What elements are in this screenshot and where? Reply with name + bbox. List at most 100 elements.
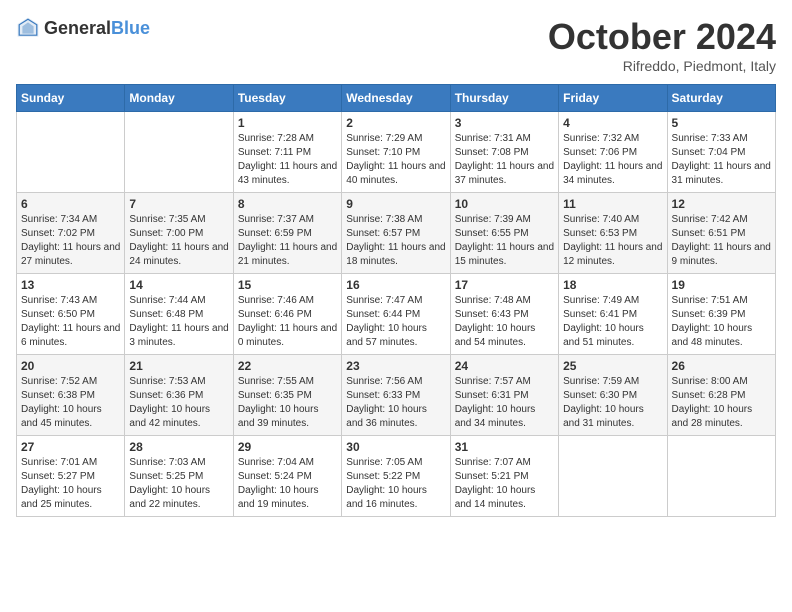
calendar-cell: 18 Sunrise: 7:49 AM Sunset: 6:41 PM Dayli… — [559, 274, 667, 355]
calendar-cell: 10 Sunrise: 7:39 AM Sunset: 6:55 PM Dayli… — [450, 193, 558, 274]
day-info: Sunrise: 7:39 AM Sunset: 6:55 PM Dayligh… — [455, 213, 554, 269]
calendar-cell: 22 Sunrise: 7:55 AM Sunset: 6:35 PM Dayli… — [233, 355, 341, 436]
day-info: Sunrise: 7:53 AM Sunset: 6:36 PM Dayligh… — [129, 375, 228, 431]
day-info: Sunrise: 7:48 AM Sunset: 6:43 PM Dayligh… — [455, 294, 554, 350]
day-info: Sunrise: 7:34 AM Sunset: 7:02 PM Dayligh… — [21, 213, 120, 269]
calendar-cell: 7 Sunrise: 7:35 AM Sunset: 7:00 PM Daylig… — [125, 193, 233, 274]
logo-blue: Blue — [111, 18, 150, 38]
day-number: 27 — [21, 440, 120, 454]
day-number: 26 — [672, 359, 771, 373]
calendar-cell: 23 Sunrise: 7:56 AM Sunset: 6:33 PM Dayli… — [342, 355, 450, 436]
calendar-cell: 20 Sunrise: 7:52 AM Sunset: 6:38 PM Dayli… — [17, 355, 125, 436]
calendar-cell: 6Sunrise: 7:34 AM Sunset: 7:02 PM Daylig… — [17, 193, 125, 274]
calendar-cell: 29Sunrise: 7:04 AM Sunset: 5:24 PM Dayli… — [233, 436, 341, 517]
calendar-cell: 27 Sunrise: 7:01 AM Sunset: 5:27 PM Dayli… — [17, 436, 125, 517]
calendar-cell: 3 Sunrise: 7:31 AM Sunset: 7:08 PM Daylig… — [450, 112, 558, 193]
calendar-table: SundayMondayTuesdayWednesdayThursdayFrid… — [16, 84, 776, 517]
day-number: 28 — [129, 440, 228, 454]
calendar-cell: 2 Sunrise: 7:29 AM Sunset: 7:10 PM Daylig… — [342, 112, 450, 193]
calendar-cell — [667, 436, 775, 517]
day-number: 22 — [238, 359, 337, 373]
day-info: Sunrise: 7:38 AM Sunset: 6:57 PM Dayligh… — [346, 213, 445, 269]
calendar-cell: 19 Sunrise: 7:51 AM Sunset: 6:39 PM Dayli… — [667, 274, 775, 355]
day-info: Sunrise: 7:29 AM Sunset: 7:10 PM Dayligh… — [346, 132, 445, 188]
day-info: Sunrise: 7:55 AM Sunset: 6:35 PM Dayligh… — [238, 375, 337, 431]
day-info: Sunrise: 7:03 AM Sunset: 5:25 PM Dayligh… — [129, 456, 228, 512]
day-info: Sunrise: 7:42 AM Sunset: 6:51 PM Dayligh… — [672, 213, 771, 269]
day-number: 14 — [129, 278, 228, 292]
day-info: Sunrise: 7:37 AM Sunset: 6:59 PM Dayligh… — [238, 213, 337, 269]
calendar-cell: 4Sunrise: 7:32 AM Sunset: 7:06 PM Daylig… — [559, 112, 667, 193]
day-info: Sunrise: 7:56 AM Sunset: 6:33 PM Dayligh… — [346, 375, 445, 431]
weekday-header: Tuesday — [233, 85, 341, 112]
calendar-cell — [17, 112, 125, 193]
day-number: 25 — [563, 359, 662, 373]
weekday-header: Wednesday — [342, 85, 450, 112]
calendar-week-row: 1 Sunrise: 7:28 AM Sunset: 7:11 PM Daylig… — [17, 112, 776, 193]
weekday-header: Saturday — [667, 85, 775, 112]
day-number: 13 — [21, 278, 120, 292]
day-info: Sunrise: 7:52 AM Sunset: 6:38 PM Dayligh… — [21, 375, 120, 431]
calendar-cell — [125, 112, 233, 193]
day-number: 16 — [346, 278, 445, 292]
day-number: 15 — [238, 278, 337, 292]
calendar-cell — [559, 436, 667, 517]
calendar-cell: 24 Sunrise: 7:57 AM Sunset: 6:31 PM Dayli… — [450, 355, 558, 436]
calendar-cell: 13 Sunrise: 7:43 AM Sunset: 6:50 PM Dayli… — [17, 274, 125, 355]
day-number: 12 — [672, 197, 771, 211]
day-number: 5 — [672, 116, 771, 130]
calendar-cell: 12 Sunrise: 7:42 AM Sunset: 6:51 PM Dayli… — [667, 193, 775, 274]
day-number: 7 — [129, 197, 228, 211]
day-info: Sunrise: 7:33 AM Sunset: 7:04 PM Dayligh… — [672, 132, 771, 188]
day-number: 3 — [455, 116, 554, 130]
calendar-cell: 1 Sunrise: 7:28 AM Sunset: 7:11 PM Daylig… — [233, 112, 341, 193]
day-info: Sunrise: 7:35 AM Sunset: 7:00 PM Dayligh… — [129, 213, 228, 269]
calendar-cell: 5 Sunrise: 7:33 AM Sunset: 7:04 PM Daylig… — [667, 112, 775, 193]
day-info: Sunrise: 7:07 AM Sunset: 5:21 PM Dayligh… — [455, 456, 554, 512]
title-block: October 2024 Rifreddo, Piedmont, Italy — [548, 16, 776, 74]
day-info: Sunrise: 7:46 AM Sunset: 6:46 PM Dayligh… — [238, 294, 337, 350]
day-number: 31 — [455, 440, 554, 454]
day-info: Sunrise: 7:31 AM Sunset: 7:08 PM Dayligh… — [455, 132, 554, 188]
day-number: 18 — [563, 278, 662, 292]
calendar-cell: 28 Sunrise: 7:03 AM Sunset: 5:25 PM Dayli… — [125, 436, 233, 517]
day-info: Sunrise: 7:28 AM Sunset: 7:11 PM Dayligh… — [238, 132, 337, 188]
day-number: 20 — [21, 359, 120, 373]
location: Rifreddo, Piedmont, Italy — [548, 58, 776, 74]
day-number: 4 — [563, 116, 662, 130]
day-info: Sunrise: 7:43 AM Sunset: 6:50 PM Dayligh… — [21, 294, 120, 350]
calendar-cell: 30Sunrise: 7:05 AM Sunset: 5:22 PM Dayli… — [342, 436, 450, 517]
day-number: 23 — [346, 359, 445, 373]
weekday-header-row: SundayMondayTuesdayWednesdayThursdayFrid… — [17, 85, 776, 112]
day-number: 19 — [672, 278, 771, 292]
day-number: 9 — [346, 197, 445, 211]
day-number: 29 — [238, 440, 337, 454]
day-number: 8 — [238, 197, 337, 211]
day-info: Sunrise: 7:40 AM Sunset: 6:53 PM Dayligh… — [563, 213, 662, 269]
logo: GeneralBlue — [16, 16, 150, 40]
day-info: Sunrise: 7:49 AM Sunset: 6:41 PM Dayligh… — [563, 294, 662, 350]
calendar-cell: 25 Sunrise: 7:59 AM Sunset: 6:30 PM Dayli… — [559, 355, 667, 436]
page-header: GeneralBlue October 2024 Rifreddo, Piedm… — [16, 16, 776, 74]
calendar-cell: 14Sunrise: 7:44 AM Sunset: 6:48 PM Dayli… — [125, 274, 233, 355]
calendar-week-row: 20 Sunrise: 7:52 AM Sunset: 6:38 PM Dayli… — [17, 355, 776, 436]
weekday-header: Thursday — [450, 85, 558, 112]
day-info: Sunrise: 7:59 AM Sunset: 6:30 PM Dayligh… — [563, 375, 662, 431]
day-info: Sunrise: 7:51 AM Sunset: 6:39 PM Dayligh… — [672, 294, 771, 350]
day-number: 11 — [563, 197, 662, 211]
calendar-week-row: 13 Sunrise: 7:43 AM Sunset: 6:50 PM Dayli… — [17, 274, 776, 355]
calendar-cell: 17 Sunrise: 7:48 AM Sunset: 6:43 PM Dayli… — [450, 274, 558, 355]
day-number: 1 — [238, 116, 337, 130]
day-number: 17 — [455, 278, 554, 292]
logo-text: GeneralBlue — [44, 18, 150, 39]
day-info: Sunrise: 7:57 AM Sunset: 6:31 PM Dayligh… — [455, 375, 554, 431]
day-number: 2 — [346, 116, 445, 130]
day-number: 10 — [455, 197, 554, 211]
day-number: 24 — [455, 359, 554, 373]
day-info: Sunrise: 7:05 AM Sunset: 5:22 PM Dayligh… — [346, 456, 445, 512]
weekday-header: Friday — [559, 85, 667, 112]
day-info: Sunrise: 7:01 AM Sunset: 5:27 PM Dayligh… — [21, 456, 120, 512]
calendar-cell: 16Sunrise: 7:47 AM Sunset: 6:44 PM Dayli… — [342, 274, 450, 355]
day-info: Sunrise: 8:00 AM Sunset: 6:28 PM Dayligh… — [672, 375, 771, 431]
calendar-cell: 21Sunrise: 7:53 AM Sunset: 6:36 PM Dayli… — [125, 355, 233, 436]
